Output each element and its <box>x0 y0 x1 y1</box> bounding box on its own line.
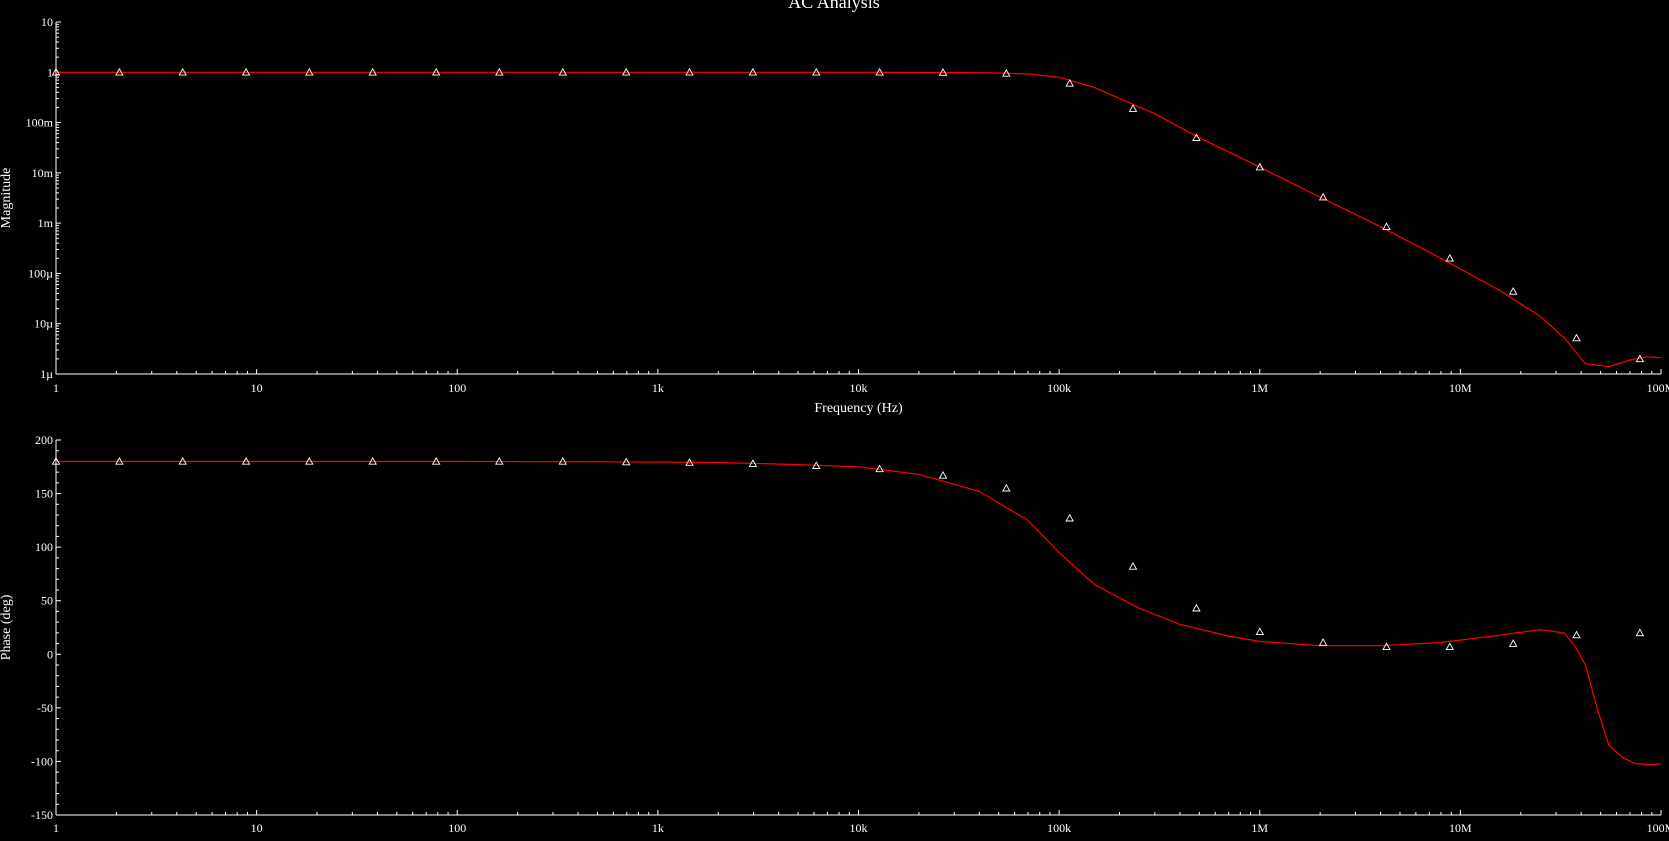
phase-data-marker <box>1508 639 1518 647</box>
phase-data-marker <box>1445 642 1455 651</box>
phase-y-tick-label: 100 <box>35 540 53 554</box>
magnitude-data-marker <box>1508 286 1518 295</box>
phase-y-tick-label: -100 <box>31 754 53 768</box>
magnitude-y-tick-label: 10µ <box>34 317 53 331</box>
phase-x-tick-label: 100k <box>1047 821 1071 835</box>
magnitude-x-axis-title: Frequency (Hz) <box>814 401 903 416</box>
phase-x-tick-label: 100 <box>448 821 466 835</box>
phase-data-marker <box>558 456 568 465</box>
magnitude-x-tick-label: 100k <box>1047 381 1071 395</box>
phase-trace <box>56 460 1662 766</box>
phase-plot: 1 10 100 1k 10k 100k 1M 10M 100M 200 150 100 50 0 -50 -… <box>0 433 1669 835</box>
magnitude-y-tick-label: 1 <box>47 65 53 79</box>
magnitude-data-marker <box>1445 253 1455 262</box>
phase-x-tick-label: 10 <box>251 821 263 835</box>
magnitude-trace <box>56 71 1662 368</box>
magnitude-x-tick-label: 10k <box>850 381 868 395</box>
magnitude-x-tick-label: 1k <box>652 381 664 395</box>
magnitude-y-tick-label: 100µ <box>28 266 53 280</box>
phase-data-marker <box>1255 627 1265 636</box>
phase-x-tick-label: 1k <box>652 821 664 835</box>
phase-data-marker <box>1318 638 1328 646</box>
phase-x-tick-label: 1M <box>1251 821 1268 835</box>
phase-data-marker <box>1065 513 1074 522</box>
phase-y-tick-label: 150 <box>35 487 53 501</box>
magnitude-y-tick-label: 100m <box>26 116 54 130</box>
phase-y-tick-label: -50 <box>37 701 53 715</box>
ac-analysis-chart: AC Analysis 1101001k10k100k1M10M100M1011… <box>0 0 1669 841</box>
phase-data-marker <box>1128 561 1138 570</box>
phase-y-tick-label: 50 <box>41 594 53 608</box>
phase-y-tick-label: 0 <box>47 647 53 661</box>
magnitude-x-tick-label: 10 <box>251 381 263 395</box>
phase-x-tick-label: 100M <box>1647 821 1669 835</box>
magnitude-y-tick-label: 10m <box>32 166 54 180</box>
magnitude-x-tick-label: 1M <box>1251 381 1268 395</box>
phase-x-tick-label: 10k <box>850 821 868 835</box>
phase-y-axis-title: Phase (deg) <box>0 594 14 660</box>
chart-title: AC Analysis <box>788 0 880 12</box>
phase-data-marker <box>1572 630 1581 639</box>
phase-data-marker <box>1382 642 1391 651</box>
phase-data-marker <box>1002 483 1011 492</box>
magnitude-x-tick-label: 100M <box>1647 381 1669 395</box>
magnitude-data-marker <box>1572 333 1581 342</box>
magnitude-y-tick-label: 1m <box>38 216 54 230</box>
phase-y-tick-label: 200 <box>35 433 53 447</box>
magnitude-y-tick-label: 1µ <box>40 367 53 381</box>
chart-canvas: AC Analysis 1101001k10k100k1M10M100M1011… <box>0 0 1669 835</box>
magnitude-x-tick-label: 10M <box>1449 381 1472 395</box>
phase-y-tick-label: -150 <box>31 808 53 822</box>
phase-data-marker <box>938 470 948 479</box>
magnitude-plot: 1 10 100 1k 10k 100k 1M 10M 100M 10 1 100m 10m 1m 100µ… <box>0 15 1669 416</box>
phase-x-tick-label: 1 <box>53 821 59 835</box>
magnitude-x-tick-label: 100 <box>448 381 466 395</box>
magnitude-y-tick-label: 10 <box>41 15 53 29</box>
magnitude-y-axis-title: Magnitude <box>0 168 14 229</box>
magnitude-x-tick-label: 1 <box>53 381 59 395</box>
phase-x-tick-label: 10M <box>1449 821 1472 835</box>
phase-data-marker <box>1192 603 1201 612</box>
phase-data-marker <box>1635 628 1645 637</box>
